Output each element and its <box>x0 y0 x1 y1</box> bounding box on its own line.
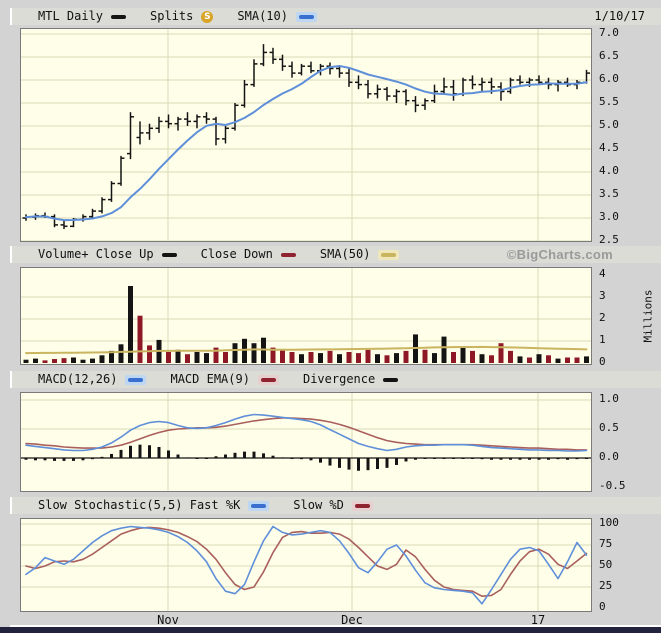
chart-date-label: 1/10/17 <box>594 9 645 23</box>
y-tick-label: 2 <box>599 311 606 324</box>
macd-line-swatch <box>128 377 144 382</box>
stochastic-panel <box>20 518 592 612</box>
sma10-label: SMA(10) <box>237 9 288 23</box>
y-tick-label: 5.0 <box>599 118 619 131</box>
divergence-label: Divergence <box>302 372 376 386</box>
legend-item-fast-k: Slow Stochastic(5,5) Fast %K <box>38 497 270 514</box>
legend-item-sma50: SMA(50) <box>320 246 400 263</box>
sma50-line-swatch <box>381 252 397 257</box>
fast-k-label: Slow Stochastic(5,5) Fast %K <box>38 498 241 512</box>
y-tick-label: 3.0 <box>599 210 619 223</box>
y-tick-label: -0.5 <box>599 479 626 492</box>
macd-ema-label: MACD EMA(9) <box>170 372 250 386</box>
bigcharts-quote-chart: MTL Daily Splits S SMA(10) 1/10/17 Volum… <box>0 0 661 633</box>
y-tick-label: 50 <box>599 558 613 571</box>
sma50-swatch-icon <box>378 249 400 260</box>
legend-item-close-down: Close Down <box>201 246 296 263</box>
y-tick-label: 2.5 <box>599 233 619 246</box>
splits-badge-icon: S <box>201 10 214 23</box>
close-up-label: Volume+ Close Up <box>38 247 154 261</box>
sma50-label: SMA(50) <box>319 247 371 261</box>
y-tick-label: 5.5 <box>599 95 619 108</box>
y-tick-label: 4.5 <box>599 141 619 154</box>
macd-panel <box>20 392 592 492</box>
price-chart-svg <box>21 29 591 241</box>
bigcharts-brand-link[interactable]: ©BigCharts.com <box>507 246 661 263</box>
slow-d-swatch-icon <box>351 500 373 511</box>
price-legend-bar: MTL Daily Splits S SMA(10) 1/10/17 <box>10 8 661 25</box>
sma10-line-swatch <box>298 14 314 19</box>
macd-label: MACD(12,26) <box>38 372 118 386</box>
fast-k-line-swatch <box>251 503 267 508</box>
symbol-period-label: MTL Daily <box>38 9 104 23</box>
legend-item-close-up: Volume+ Close Up <box>38 246 177 263</box>
y-tick-label: 0 <box>599 355 606 368</box>
y-tick-label: 3.5 <box>599 187 619 200</box>
macd-ema-swatch-icon <box>257 374 279 385</box>
sma10-swatch-icon <box>295 11 317 22</box>
legend-item-macd: MACD(12,26) <box>38 371 147 388</box>
y-tick-label: 6.5 <box>599 49 619 62</box>
y-tick-label: 7.0 <box>599 26 619 39</box>
y-tick-label: 1.0 <box>599 392 619 405</box>
splits-label: Splits <box>150 9 194 23</box>
legend-item-slow-d: Slow %D <box>293 497 373 514</box>
volume-chart-svg <box>21 268 591 364</box>
divergence-swatch-icon <box>383 377 399 382</box>
y-tick-label: 25 <box>599 579 613 592</box>
fast-k-swatch-icon <box>248 500 270 511</box>
legend-item-macd-ema: MACD EMA(9) <box>170 371 279 388</box>
price-panel <box>20 28 592 242</box>
legend-item-sma10: SMA(10) <box>237 8 317 25</box>
y-tick-label: 6.0 <box>599 72 619 85</box>
volume-legend-bar: Volume+ Close Up Close Down SMA(50) ©Big… <box>10 246 661 263</box>
y-tick-label: 4.0 <box>599 164 619 177</box>
close-up-swatch-icon <box>161 252 177 257</box>
macd-legend-bar: MACD(12,26) MACD EMA(9) Divergence <box>10 371 661 388</box>
legend-item-splits: Splits S <box>150 8 214 25</box>
y-tick-label: 75 <box>599 537 613 550</box>
bottom-frame-bar <box>0 627 661 633</box>
stochastic-legend-bar: Slow Stochastic(5,5) Fast %K Slow %D <box>10 497 661 514</box>
y-tick-label: 4 <box>599 267 606 280</box>
close-down-label: Close Down <box>200 247 273 261</box>
macd-ema-line-swatch <box>260 377 276 382</box>
legend-item-symbol: MTL Daily <box>38 8 127 25</box>
macd-swatch-icon <box>125 374 147 385</box>
y-tick-label: 1 <box>599 333 606 346</box>
y-tick-label: 3 <box>599 289 606 302</box>
legend-item-divergence: Divergence <box>302 371 399 388</box>
price-series-swatch-icon <box>111 14 127 19</box>
y-tick-label: 100 <box>599 516 619 529</box>
y-tick-label: 0.0 <box>599 450 619 463</box>
y-tick-label: 0 <box>599 600 606 613</box>
slow-d-line-swatch <box>354 503 370 508</box>
macd-chart-svg <box>21 393 591 491</box>
close-down-swatch-icon <box>280 252 296 257</box>
volume-panel <box>20 267 592 365</box>
stochastic-chart-svg <box>21 519 591 611</box>
slow-d-label: Slow %D <box>293 498 344 512</box>
y-tick-label: 0.5 <box>599 421 619 434</box>
